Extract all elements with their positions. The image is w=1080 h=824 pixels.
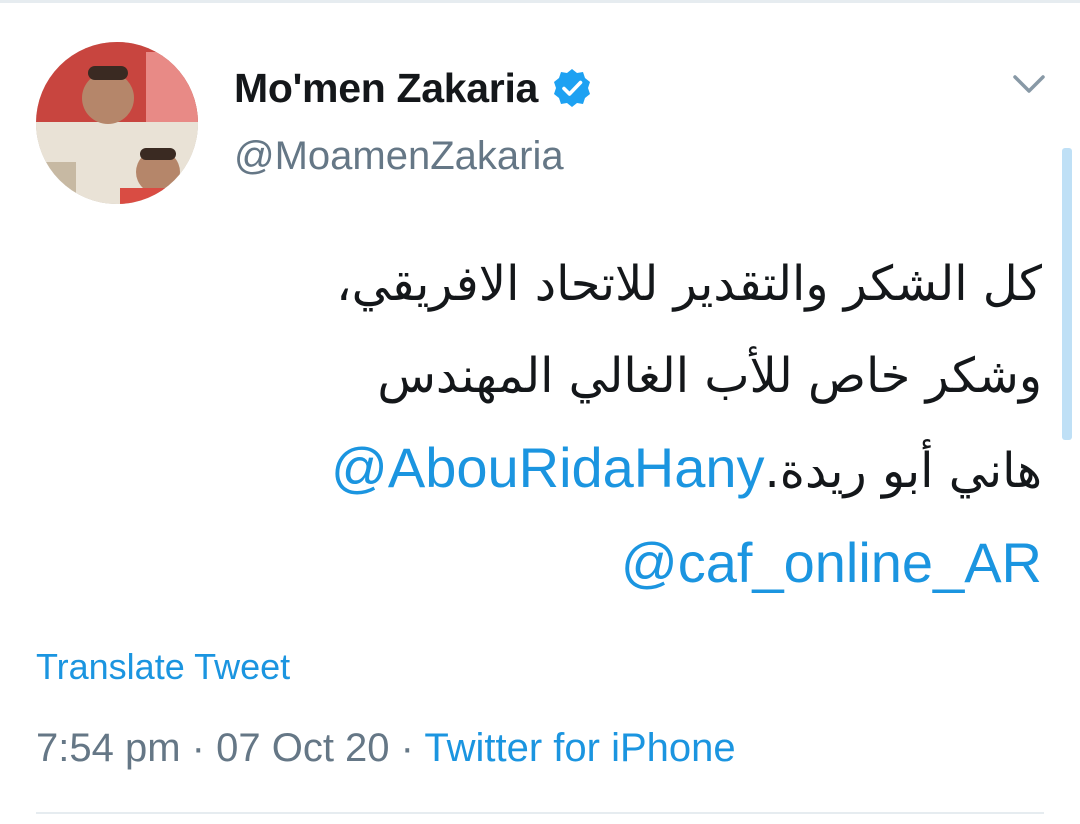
mention-link[interactable]: @caf_online_AR — [621, 531, 1042, 594]
separator: · — [400, 726, 414, 770]
tweet-time: 7:54 pm — [36, 726, 181, 770]
separator: · — [191, 726, 205, 770]
mention-link[interactable]: @AbouRidaHany — [331, 436, 765, 499]
avatar-photo — [36, 42, 198, 204]
tweet-source-link[interactable]: Twitter for iPhone — [424, 726, 735, 770]
tweet-line: @caf_online_AR — [182, 517, 1042, 612]
translate-tweet-link[interactable]: Translate Tweet — [36, 646, 290, 688]
tweet-detail: Mo'men Zakaria @MoamenZakaria كل الشكر و… — [0, 0, 1080, 824]
display-name[interactable]: Mo'men Zakaria — [234, 65, 538, 112]
verified-badge-icon — [552, 68, 592, 108]
avatar[interactable] — [36, 42, 198, 204]
chevron-down-icon[interactable] — [1008, 66, 1050, 102]
scrollbar[interactable] — [1062, 148, 1072, 440]
tweet-date[interactable]: 07 Oct 20 — [216, 726, 389, 770]
tweet-line: كل الشكر والتقدير للاتحاد الافريقي، — [336, 256, 1042, 312]
tweet-text: كل الشكر والتقدير للاتحاد الافريقي، وشكر… — [182, 238, 1042, 612]
user-handle[interactable]: @MoamenZakaria — [234, 134, 564, 179]
tweet-line: وشكر خاص للأب الغالي المهندس — [377, 348, 1042, 404]
tweet-line: هاني أبو ريدة.@AbouRidaHany — [182, 422, 1042, 517]
name-row: Mo'men Zakaria — [234, 62, 592, 114]
tweet-line-text: هاني أبو ريدة. — [764, 443, 1042, 499]
bottom-divider — [36, 812, 1044, 814]
tweet-metadata: 7:54 pm · 07 Oct 20 · Twitter for iPhone — [36, 726, 736, 771]
top-divider — [0, 0, 1080, 3]
